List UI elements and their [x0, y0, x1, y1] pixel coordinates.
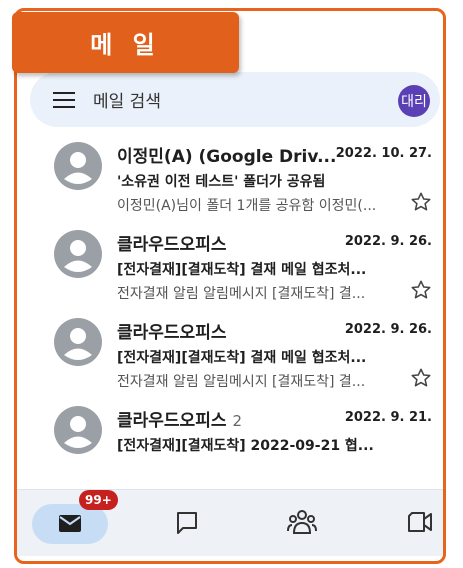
email-sender: 클라우드오피스	[117, 318, 226, 343]
email-list: 이정민(A) (Google Driv... 2022. 10. 27. '소유…	[0, 138, 463, 490]
star-icon[interactable]	[410, 191, 432, 213]
email-row[interactable]: 클라우드오피스 2022. 9. 26. [전자결재][결재도착] 결재 메일 …	[0, 314, 463, 402]
chat-icon[interactable]	[175, 510, 199, 536]
sender-name: 클라우드오피스	[117, 411, 227, 431]
email-snippet: 전자결재 알림 알림메시지 [결재도착] 결...	[117, 374, 366, 390]
email-subject: [전자결재][결재도착] 결재 메일 협조처...	[117, 262, 367, 278]
email-snippet: 전자결재 알림 알림메시지 [결재도착] 결...	[117, 286, 366, 302]
email-row[interactable]: 이정민(A) (Google Driv... 2022. 10. 27. '소유…	[0, 138, 463, 226]
mail-icon	[59, 515, 81, 532]
hamburger-menu-icon[interactable]	[53, 91, 75, 109]
sender-avatar-icon	[54, 406, 102, 454]
account-initials: 대리	[401, 94, 427, 110]
meet-icon[interactable]	[407, 510, 433, 534]
email-row[interactable]: 클라우드오피스 2 2022. 9. 21. [전자결재][결재도착] 2022-…	[0, 402, 463, 490]
sender-avatar-icon	[54, 142, 102, 190]
thread-count: 2	[232, 412, 243, 430]
star-icon[interactable]	[410, 279, 432, 301]
email-date: 2022. 9. 21.	[344, 410, 432, 425]
section-title-tab: 메 일	[12, 12, 239, 73]
email-row[interactable]: 클라우드오피스 2022. 9. 26. [전자결재][결재도착] 결재 메일 …	[0, 226, 463, 314]
email-date: 2022. 9. 26.	[344, 234, 432, 249]
email-subject: '소유권 이전 테스트' 폴더가 공유됨	[117, 174, 326, 190]
email-date: 2022. 10. 27.	[335, 146, 432, 161]
sender-avatar-icon	[54, 230, 102, 278]
unread-badge: 99+	[79, 490, 118, 510]
sender-name: 이정민(A) (Google Driv...	[117, 147, 337, 167]
email-subject: [전자결재][결재도착] 결재 메일 협조처...	[117, 350, 367, 366]
account-avatar[interactable]: 대리	[398, 85, 430, 117]
email-sender: 클라우드오피스	[117, 230, 226, 255]
email-date: 2022. 9. 26.	[344, 322, 432, 337]
bottom-navigation: 99+	[17, 489, 443, 556]
sender-avatar-icon	[54, 318, 102, 366]
spaces-icon[interactable]	[287, 508, 317, 536]
section-title: 메 일	[90, 31, 161, 59]
email-subject: [전자결재][결재도착] 2022-09-21 협...	[117, 438, 374, 454]
star-icon[interactable]	[410, 367, 432, 389]
sender-name: 클라우드오피스	[117, 323, 227, 343]
nav-mail-button[interactable]	[32, 504, 108, 544]
search-bar[interactable]: 메일 검색 대리	[30, 72, 440, 127]
email-snippet: 이정민(A)님이 폴더 1개를 공유함 이정민(...	[117, 198, 377, 214]
email-sender: 클라우드오피스 2	[117, 406, 242, 431]
sender-name: 클라우드오피스	[117, 235, 227, 255]
email-sender: 이정민(A) (Google Driv...	[117, 142, 336, 167]
search-input[interactable]: 메일 검색	[93, 87, 161, 112]
